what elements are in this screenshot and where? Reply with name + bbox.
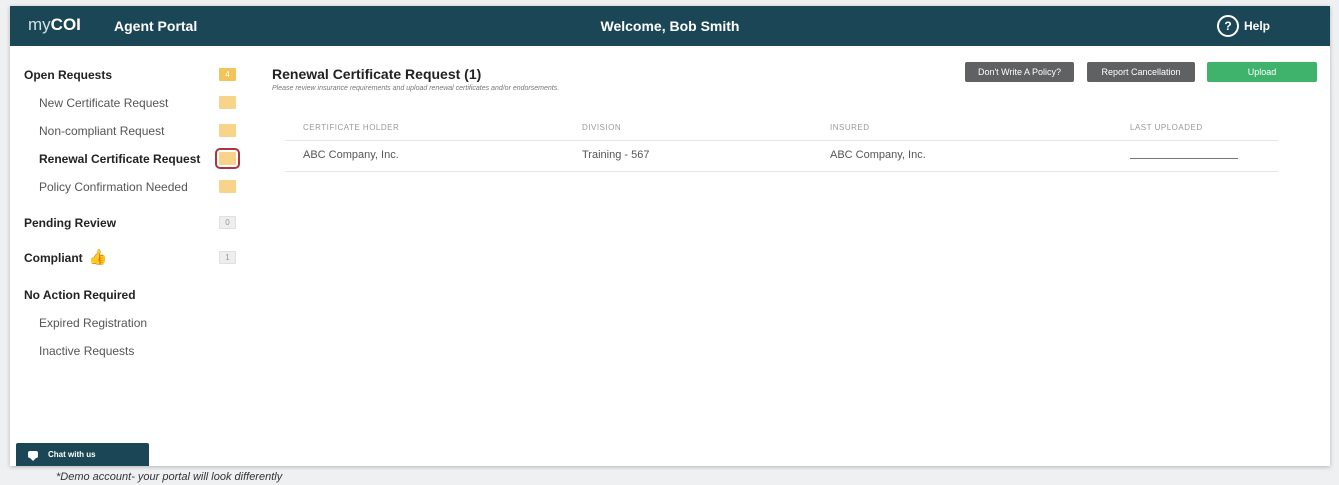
table-header-row: CERTIFICATE HOLDER DIVISION INSURED LAST…	[285, 114, 1278, 141]
count-badge	[219, 96, 236, 109]
sidebar-item-new-certificate-request[interactable]: New Certificate Request	[10, 92, 255, 114]
sidebar-item-policy-confirmation-needed[interactable]: Policy Confirmation Needed	[10, 176, 255, 198]
count-badge: 0	[219, 216, 236, 229]
sidebar-item-label: Pending Review	[24, 216, 117, 230]
page-subtitle: Please review insurance requirements and…	[272, 85, 560, 92]
cell-last-uploaded-empty	[1130, 158, 1238, 159]
sidebar-item-label: Open Requests	[24, 68, 113, 82]
chat-label: Chat with us	[48, 450, 96, 459]
thumbs-up-icon: 👍	[88, 249, 108, 266]
chat-bubble-icon	[28, 451, 38, 461]
sidebar-item-label: Inactive Requests	[39, 344, 135, 358]
count-badge: 4	[219, 68, 236, 81]
sidebar-item-label: No Action Required	[24, 288, 136, 302]
sidebar-item-label: Compliant 👍	[24, 249, 108, 266]
sidebar-item-expired-registration[interactable]: Expired Registration	[10, 312, 255, 334]
column-header-division[interactable]: DIVISION	[582, 123, 621, 132]
sidebar-item-label: Non-compliant Request	[39, 124, 165, 138]
sidebar-item-label: New Certificate Request	[39, 96, 169, 110]
cell-division: Training - 567	[582, 149, 650, 161]
count-badge: 1	[219, 251, 236, 264]
count-badge	[219, 180, 236, 193]
demo-account-note: *Demo account- your portal will look dif…	[56, 471, 283, 483]
sidebar-item-non-compliant-request[interactable]: Non-compliant Request	[10, 120, 255, 142]
welcome-message: Welcome, Bob Smith	[600, 18, 740, 34]
column-header-last-uploaded[interactable]: LAST UPLOADED	[1130, 123, 1203, 132]
help-label: Help	[1243, 19, 1270, 33]
sidebar-item-label: Policy Confirmation Needed	[39, 180, 188, 194]
sidebar-item-pending-review[interactable]: Pending Review 0	[10, 212, 255, 234]
dont-write-policy-button[interactable]: Don't Write A Policy?	[965, 62, 1074, 82]
sidebar-item-compliant[interactable]: Compliant 👍 1	[10, 247, 255, 269]
chat-with-us-button[interactable]: Chat with us	[16, 443, 149, 466]
requests-table: CERTIFICATE HOLDER DIVISION INSURED LAST…	[285, 114, 1278, 172]
cell-insured: ABC Company, Inc.	[830, 149, 926, 161]
upload-button[interactable]: Upload	[1207, 62, 1317, 82]
cell-certificate-holder: ABC Company, Inc.	[303, 149, 399, 161]
sidebar-item-label: Expired Registration	[39, 316, 148, 330]
report-cancellation-button[interactable]: Report Cancellation	[1087, 62, 1195, 82]
compliant-label: Compliant	[24, 251, 83, 265]
page-title: Renewal Certificate Request (1)	[272, 66, 482, 82]
count-badge	[215, 148, 240, 169]
column-header-certificate-holder[interactable]: CERTIFICATE HOLDER	[303, 123, 399, 132]
sidebar-item-open-requests[interactable]: Open Requests 4	[10, 64, 255, 86]
sidebar-item-renewal-certificate-request[interactable]: Renewal Certificate Request	[10, 148, 255, 170]
help-icon: ?	[1216, 15, 1239, 37]
top-navigation-bar: myCOI Agent Portal Welcome, Bob Smith ? …	[10, 6, 1330, 46]
table-row[interactable]: ABC Company, Inc. Training - 567 ABC Com…	[285, 141, 1278, 172]
sidebar-item-label: Renewal Certificate Request	[39, 152, 201, 166]
sidebar-item-no-action-required[interactable]: No Action Required	[10, 284, 255, 306]
column-header-insured[interactable]: INSURED	[830, 123, 870, 132]
sidebar-item-inactive-requests[interactable]: Inactive Requests	[10, 340, 255, 362]
count-badge	[219, 124, 236, 137]
app-window: myCOI Agent Portal Welcome, Bob Smith ? …	[10, 6, 1330, 466]
help-link[interactable]: ? Help	[1216, 14, 1270, 38]
